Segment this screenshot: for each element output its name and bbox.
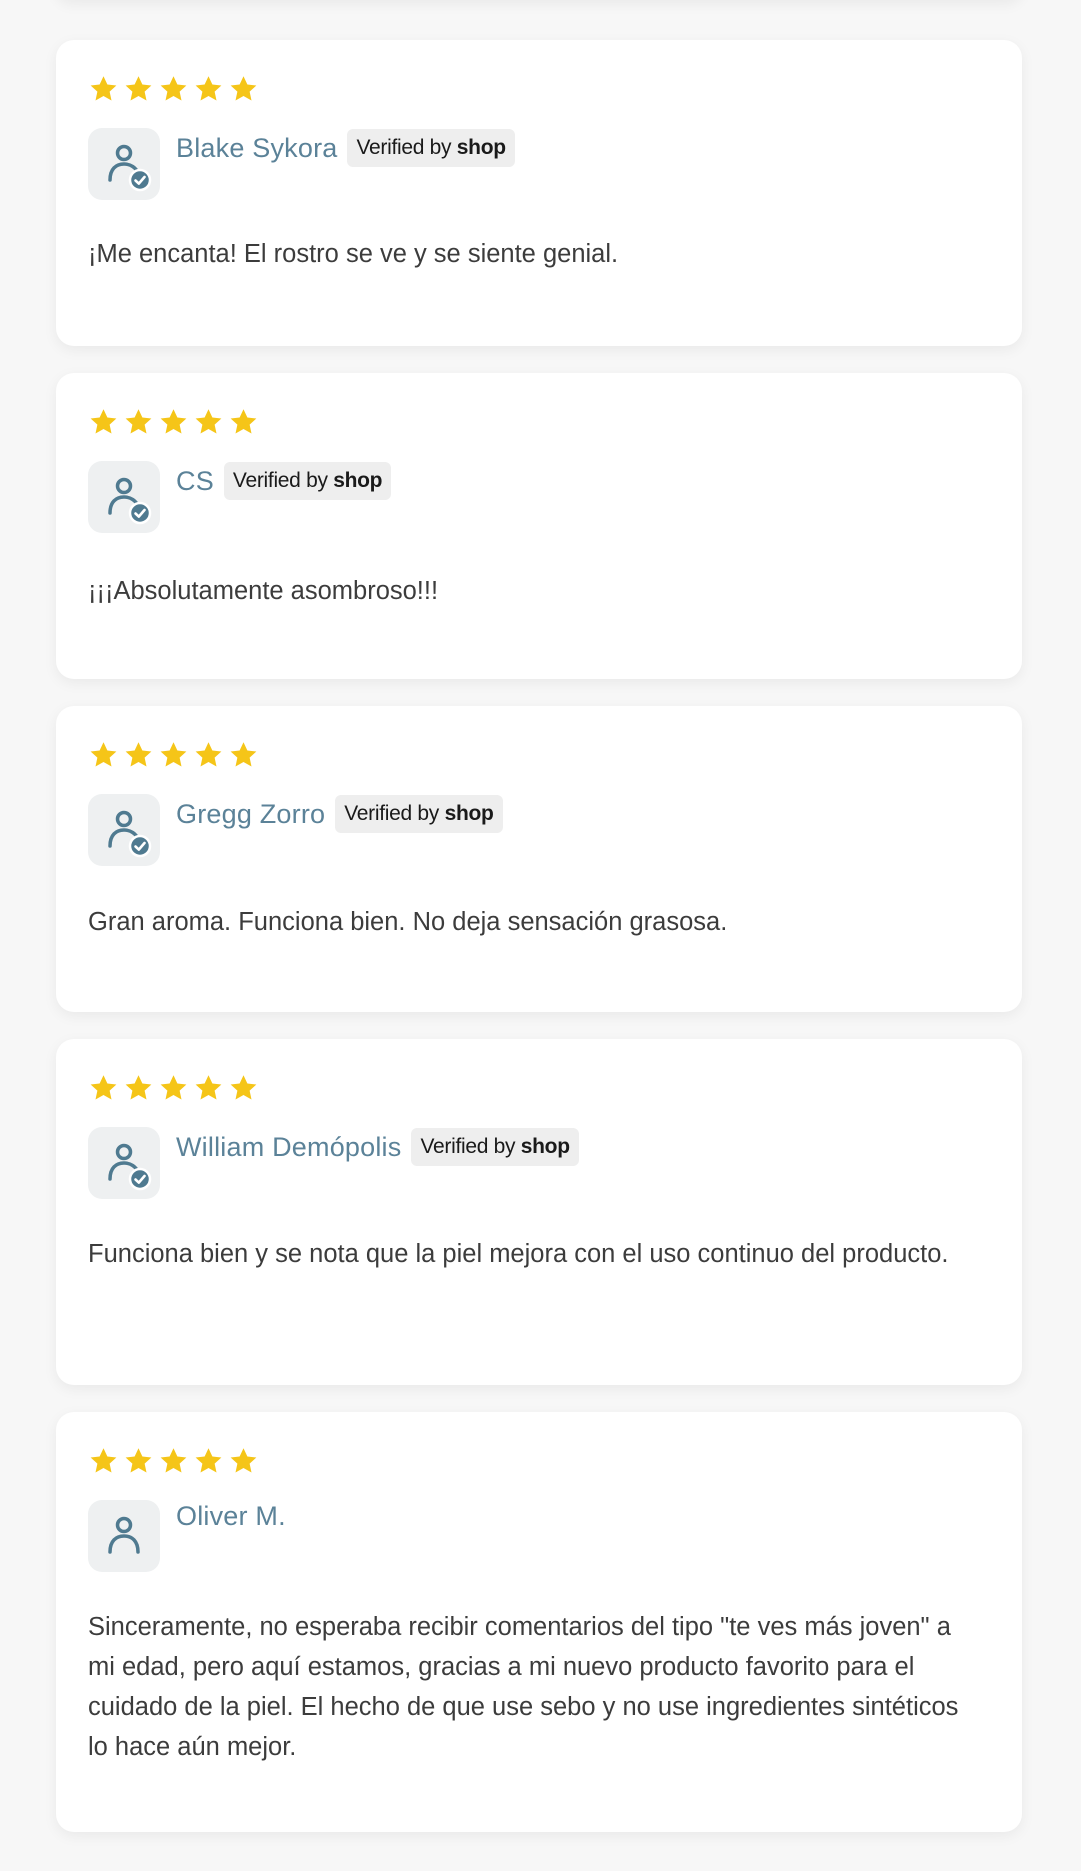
review-card: Oliver M. Sinceramente, no esperaba reci…	[56, 1412, 1022, 1832]
reviewer-row: Oliver M.	[176, 1501, 286, 1532]
star-icon	[193, 1073, 224, 1103]
star-icon	[158, 407, 189, 437]
reviewer-name: CS	[176, 465, 214, 496]
star-icon	[88, 1446, 119, 1476]
reviewer-row: CS Verified by shop	[176, 462, 392, 500]
star-icon	[88, 74, 119, 104]
shop-logo-text: shop	[456, 136, 506, 159]
review-card: Gregg Zorro Verified by shop Gran aroma.…	[56, 706, 1022, 1012]
shop-logo-text: shop	[333, 469, 383, 492]
review-text: Funciona bien y se nota que la piel mejo…	[88, 1240, 949, 1268]
star-icon	[88, 1073, 119, 1103]
avatar	[88, 1127, 160, 1199]
star-icon	[158, 1446, 189, 1476]
star-icon	[123, 740, 154, 770]
verified-badge: Verified by shop	[335, 795, 503, 833]
star-icon	[228, 407, 259, 437]
star-icon	[158, 74, 189, 104]
avatar	[88, 128, 160, 200]
reviewer-name: Oliver M.	[176, 1501, 286, 1531]
star-icon	[158, 740, 189, 770]
star-icon	[193, 740, 224, 770]
avatar	[88, 461, 160, 533]
star-icon	[228, 74, 259, 104]
avatar	[88, 1500, 160, 1572]
review-text: Gran aroma. Funciona bien. No deja sensa…	[88, 908, 728, 936]
star-icon	[193, 1446, 224, 1476]
star-icon	[228, 740, 259, 770]
star-icon	[193, 407, 224, 437]
review-card: Blake Sykora Verified by shop ¡Me encant…	[56, 40, 1022, 346]
star-rating	[88, 407, 259, 437]
review-text: ¡Me encanta! El rostro se ve y se siente…	[88, 240, 619, 268]
star-rating	[88, 1446, 259, 1476]
verified-badge-label: Verified by	[420, 1135, 516, 1158]
reviewer-row: William Demópolis Verified by shop	[176, 1128, 579, 1166]
shop-logo-text: shop	[520, 1135, 570, 1158]
star-icon	[158, 1073, 189, 1103]
shop-logo-text: shop	[444, 802, 494, 825]
reviewer-name: William Demópolis	[176, 1131, 402, 1162]
verified-badge-label: Verified by	[356, 136, 452, 159]
star-icon	[228, 1446, 259, 1476]
star-icon	[123, 1446, 154, 1476]
star-icon	[88, 740, 119, 770]
review-list: Blake Sykora Verified by shop ¡Me encant…	[56, 40, 1022, 1859]
star-icon	[193, 74, 224, 104]
reviewer-row: Gregg Zorro Verified by shop	[176, 795, 503, 833]
reviewer-row: Blake Sykora Verified by shop	[176, 129, 515, 167]
star-icon	[88, 407, 119, 437]
verified-badge-label: Verified by	[344, 802, 440, 825]
star-rating	[88, 74, 259, 104]
verified-badge: Verified by shop	[223, 462, 392, 500]
review-card: William Demópolis Verified by shop Funci…	[56, 1039, 1022, 1385]
star-icon	[228, 1073, 259, 1103]
star-rating	[88, 1073, 259, 1103]
avatar	[88, 794, 160, 866]
review-text: Sinceramente, no esperaba recibir coment…	[88, 1613, 959, 1761]
verified-badge-label: Verified by	[232, 469, 328, 492]
star-icon	[123, 407, 154, 437]
verified-badge: Verified by shop	[411, 1128, 579, 1166]
review-card: CS Verified by shop ¡¡¡Absolutamente aso…	[56, 373, 1022, 679]
star-icon	[123, 74, 154, 104]
review-text: ¡¡¡Absolutamente asombroso!!!	[88, 577, 439, 605]
verified-badge: Verified by shop	[347, 129, 515, 167]
reviewer-name: Blake Sykora	[176, 132, 338, 163]
star-icon	[123, 1073, 154, 1103]
star-rating	[88, 740, 259, 770]
reviewer-name: Gregg Zorro	[176, 798, 326, 829]
